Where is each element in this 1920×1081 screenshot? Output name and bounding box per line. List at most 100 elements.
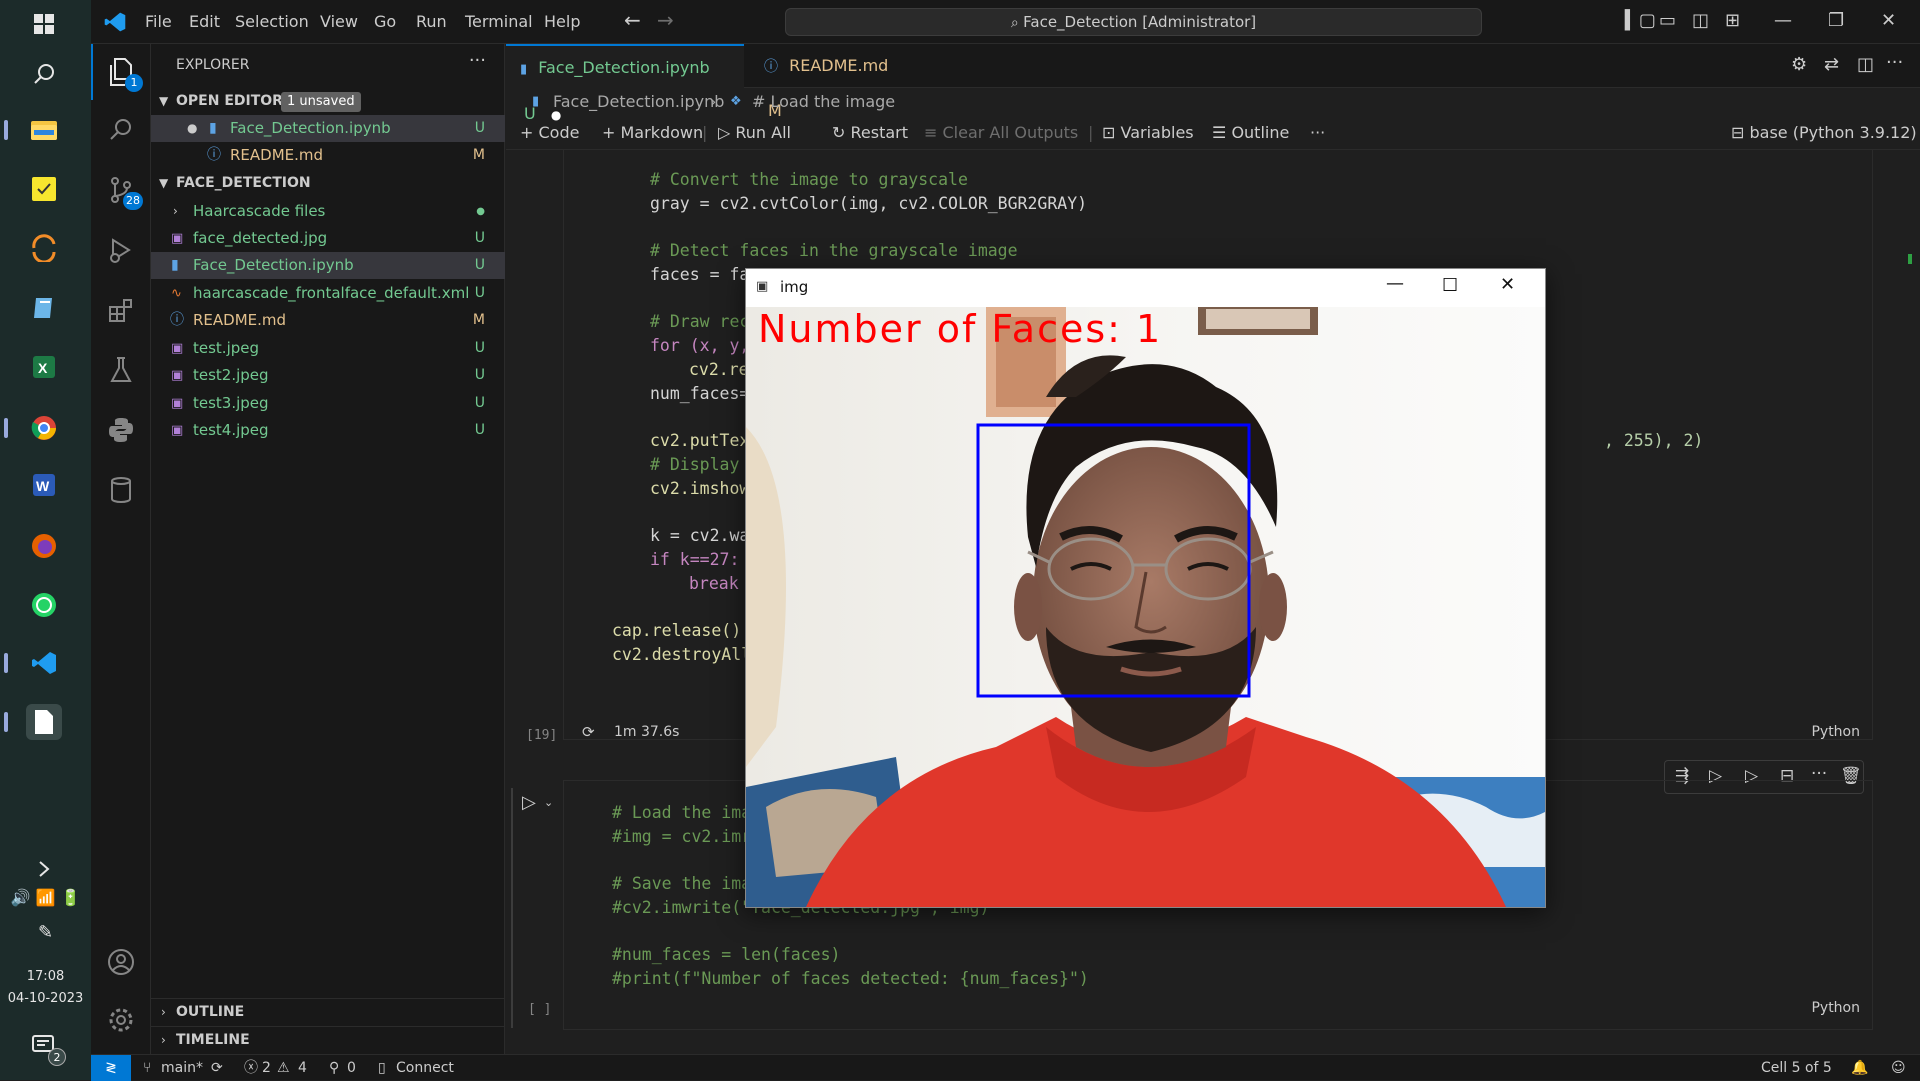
file-tree-item[interactable]: ⓘ README.md M: [151, 307, 505, 334]
open-editor-item[interactable]: ● ▮ Face_Detection.ipynb U: [151, 115, 505, 142]
notification-icon[interactable]: 2: [26, 1028, 66, 1066]
search-icon[interactable]: [26, 56, 62, 92]
cell-position[interactable]: Cell 5 of 5: [1761, 1055, 1832, 1081]
split-editor-icon[interactable]: ◫: [1857, 54, 1874, 75]
open-changes-icon[interactable]: ⇄: [1824, 54, 1839, 75]
menu-file[interactable]: File: [145, 12, 172, 31]
excel-icon[interactable]: X: [26, 349, 62, 385]
file-tree-item[interactable]: › Haarcascade files ●: [151, 198, 505, 225]
toggle-panel-icon[interactable]: ▭: [1659, 10, 1676, 31]
more-actions-icon[interactable]: ···: [469, 50, 486, 71]
tab-face-detection[interactable]: ▮ Face_Detection.ipynb U ●: [506, 44, 744, 123]
testing-icon[interactable]: [103, 352, 139, 388]
menu-edit[interactable]: Edit: [189, 12, 220, 31]
breadcrumb-file[interactable]: Face_Detection.ipynb: [553, 88, 724, 116]
firefox-icon[interactable]: [26, 528, 62, 564]
outline-button[interactable]: ☰ Outline: [1212, 123, 1289, 142]
source-control-icon[interactable]: 28: [103, 172, 143, 210]
file-tree-item[interactable]: ▣ test.jpeg U: [151, 335, 505, 362]
menu-go[interactable]: Go: [374, 12, 396, 31]
chevron-right-icon[interactable]: [26, 851, 62, 887]
bell-icon[interactable]: 🔔: [1851, 1055, 1868, 1081]
add-code-button[interactable]: + Code: [520, 123, 579, 142]
connect-label[interactable]: Connect: [396, 1055, 454, 1081]
file-tree-item[interactable]: ▮ Face_Detection.ipynb U: [151, 252, 505, 279]
back-arrow-icon[interactable]: ←: [624, 8, 641, 32]
ports-count[interactable]: 0: [347, 1055, 356, 1081]
word-icon[interactable]: W: [26, 467, 62, 503]
restart-button[interactable]: ↻ Restart: [832, 123, 908, 142]
unsaved-dot-icon[interactable]: ●: [187, 115, 197, 142]
close-icon[interactable]: ✕: [1500, 274, 1515, 295]
vscode-icon[interactable]: [4, 645, 62, 681]
sync-icon[interactable]: ⟳: [211, 1055, 223, 1081]
minimize-icon[interactable]: —: [1774, 10, 1792, 31]
chrome-icon[interactable]: [4, 410, 62, 446]
file-tree-item[interactable]: ▣ face_detected.jpg U: [151, 225, 505, 252]
menu-view[interactable]: View: [320, 12, 358, 31]
whatsapp-icon[interactable]: [26, 587, 62, 623]
tab-readme[interactable]: ⓘ README.md M: [750, 44, 922, 120]
cell-language[interactable]: Python: [1811, 724, 1860, 740]
notepad-file-icon[interactable]: [4, 704, 62, 740]
add-markdown-button[interactable]: + Markdown: [602, 123, 703, 142]
run-cell-icon[interactable]: ▷: [522, 792, 536, 813]
clock-date[interactable]: 04-10-2023: [0, 991, 91, 1006]
python-icon[interactable]: [103, 412, 139, 448]
minimize-icon[interactable]: —: [1386, 273, 1404, 294]
accounts-icon[interactable]: [103, 944, 139, 980]
image-window-titlebar[interactable]: ▣ img — ☐ ✕: [746, 269, 1545, 307]
more-actions-icon[interactable]: ···: [1310, 123, 1325, 142]
opencv-image-window[interactable]: ▣ img — ☐ ✕ Number of Faces: 1: [745, 268, 1546, 908]
file-tree-item[interactable]: ▣ test2.jpeg U: [151, 362, 505, 389]
folder-header[interactable]: ▼ FACE_DETECTION: [151, 170, 505, 197]
warning-count[interactable]: 4: [298, 1055, 307, 1081]
search-icon[interactable]: [103, 112, 139, 148]
file-tree-item[interactable]: ▣ test4.jpeg U: [151, 417, 505, 444]
open-editor-item[interactable]: ⓘ README.md M: [151, 142, 505, 169]
clock-time[interactable]: 17:08: [0, 969, 91, 984]
run-debug-icon[interactable]: [103, 232, 139, 268]
breadcrumb-section[interactable]: # Load the image: [752, 88, 895, 116]
toggle-primary-sidebar-icon[interactable]: ▍▢: [1625, 10, 1656, 31]
gear-icon[interactable]: ⚙: [1791, 54, 1807, 75]
file-tree-item[interactable]: ∿ haarcascade_frontalface_default.xml U: [151, 280, 505, 307]
explorer-icon[interactable]: 1: [103, 54, 143, 92]
file-tree-item[interactable]: ▣ test3.jpeg U: [151, 390, 505, 417]
windows-start-icon[interactable]: [26, 6, 62, 42]
open-editors-header[interactable]: ▼ OPEN EDITORS 1 unsaved: [151, 88, 505, 115]
toggle-secondary-sidebar-icon[interactable]: ◫: [1692, 10, 1709, 31]
variables-button[interactable]: ⊡ Variables: [1102, 123, 1194, 142]
menu-selection[interactable]: Selection: [235, 12, 309, 31]
kernel-picker[interactable]: ⊟ base (Python 3.9.12): [1731, 123, 1917, 142]
restore-icon[interactable]: ❐: [1828, 10, 1844, 31]
menu-terminal[interactable]: Terminal: [465, 12, 533, 31]
timeline-section-header[interactable]: › TIMELINE: [151, 1026, 505, 1053]
settings-gear-icon[interactable]: [103, 1002, 139, 1038]
database-icon[interactable]: [103, 472, 139, 508]
notepad-icon[interactable]: [26, 290, 62, 326]
outline-section-header[interactable]: › OUTLINE: [151, 998, 505, 1025]
customize-layout-icon[interactable]: ⊞: [1725, 10, 1740, 31]
maximize-icon[interactable]: ☐: [1442, 275, 1458, 296]
anaconda-icon[interactable]: [26, 230, 62, 266]
feedback-icon[interactable]: ☺: [1891, 1055, 1906, 1081]
more-actions-icon[interactable]: ···: [1886, 52, 1903, 73]
cell-language[interactable]: Python: [1811, 1000, 1860, 1016]
file-explorer-icon[interactable]: [4, 112, 62, 148]
pen-icon[interactable]: ✎: [0, 922, 91, 943]
tray-icons[interactable]: 🔊 📶 🔋: [0, 888, 91, 907]
clear-outputs-button[interactable]: ≡ Clear All Outputs: [924, 123, 1078, 142]
close-icon[interactable]: ✕: [1881, 10, 1896, 31]
run-all-button[interactable]: ▷ Run All: [718, 123, 791, 142]
menu-help[interactable]: Help: [544, 12, 580, 31]
chevron-down-icon[interactable]: ⌄: [544, 796, 553, 809]
menu-run[interactable]: Run: [416, 12, 447, 31]
remote-indicator-icon[interactable]: ≷: [91, 1055, 131, 1081]
command-center[interactable]: ⌕ Face_Detection [Administrator]: [785, 8, 1482, 36]
sticky-notes-icon[interactable]: [26, 171, 62, 207]
forward-arrow-icon[interactable]: →: [657, 8, 674, 32]
error-count[interactable]: 2: [262, 1055, 271, 1081]
extensions-icon[interactable]: [103, 292, 139, 328]
branch-name[interactable]: main*: [161, 1055, 203, 1081]
